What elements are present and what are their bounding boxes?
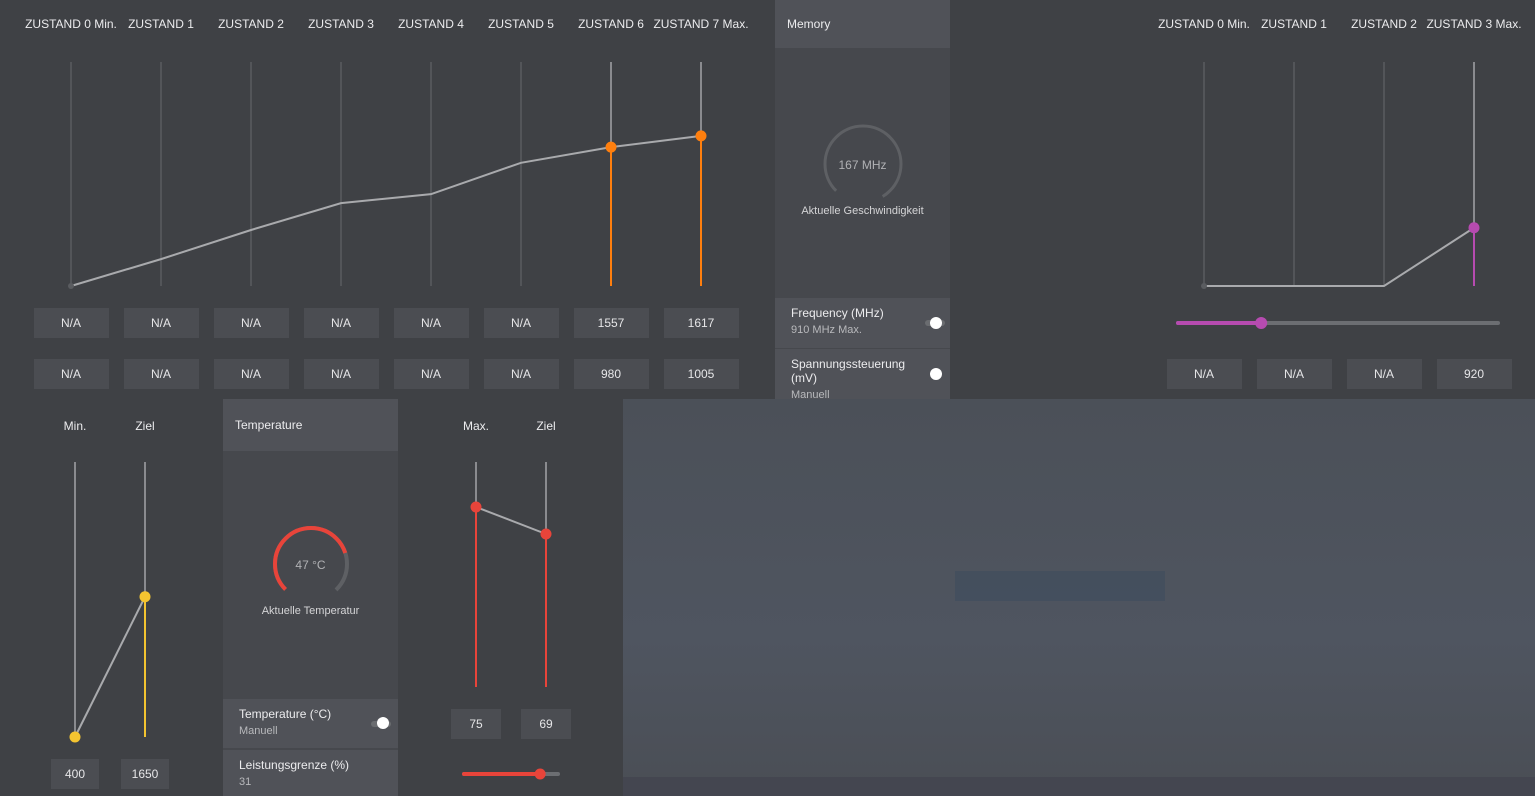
memory-frequency-sub: 910 MHz Max. [791, 324, 862, 336]
memory-point-0 [1201, 283, 1207, 289]
gpu-point-6 [605, 141, 617, 153]
temperature-target-point-1 [540, 528, 552, 540]
memory-frequency-row[interactable]: Frequency (MHz) 910 MHz Max. [775, 298, 950, 348]
memory-frequency-slider-knob[interactable] [1255, 317, 1268, 329]
temperature-gauge-label: Aktuelle Temperatur [261, 605, 360, 617]
gpu-states-panel: ZUSTAND 0 Min. ZUSTAND 1 ZUSTAND 2 ZUSTAND … [0, 0, 775, 399]
fan-value-field-1[interactable]: 1650 [121, 759, 169, 789]
memory-gauge-value: 167 MHz [838, 158, 887, 172]
gpu-frequency-field-3[interactable]: N/A [303, 308, 379, 338]
gpu-clock-chart[interactable] [0, 0, 775, 300]
temperature-target-curve [475, 506, 547, 535]
background-window [623, 399, 1535, 796]
gpu-frequency-field-4[interactable]: N/A [393, 308, 469, 338]
memory-voltage-title: Spannungssteuerung (mV) [791, 357, 906, 385]
gpu-frequency-field-5[interactable]: N/A [483, 308, 559, 338]
gpu-point-7 [695, 130, 707, 142]
gpu-point-0 [68, 283, 74, 289]
gpu-voltage-field-7[interactable]: 1005 [663, 359, 739, 389]
temperature-target-field-1[interactable]: 69 [521, 709, 571, 739]
gpu-frequency-field-0[interactable]: N/A [33, 308, 109, 338]
temperature-gauge-value: 47 °C [295, 558, 326, 572]
power-limit-row[interactable]: Leistungsgrenze (%) 31 [223, 750, 398, 796]
memory-point-3 [1468, 222, 1480, 234]
memory-voltage-field-1[interactable]: N/A [1256, 359, 1332, 389]
power-limit-sub: 31 [239, 776, 252, 788]
memory-clock-chart[interactable] [950, 0, 1535, 340]
memory-voltage-field-2[interactable]: N/A [1346, 359, 1422, 389]
background-button [955, 571, 1165, 601]
fan-point-1 [139, 591, 151, 603]
gpu-frequency-field-1[interactable]: N/A [123, 308, 199, 338]
memory-curve [1204, 226, 1475, 287]
gpu-voltage-field-3[interactable]: N/A [303, 359, 379, 389]
memory-voltage-row[interactable]: Spannungssteuerung (mV) Manuell [775, 349, 950, 401]
gpu-voltage-field-4[interactable]: N/A [393, 359, 469, 389]
temperature-control-title: Temperature (°C) [239, 707, 332, 721]
memory-column: Memory 167 MHz Aktuelle Geschwindigkeit … [775, 0, 950, 401]
memory-voltage-field-0[interactable]: N/A [1166, 359, 1242, 389]
memory-states-panel: ZUSTAND 0 Min. ZUSTAND 1 ZUSTAND 2 ZUSTAND … [950, 0, 1535, 399]
power-limit-slider-knob[interactable] [534, 768, 546, 780]
gpu-voltage-field-2[interactable]: N/A [213, 359, 289, 389]
gpu-curve [70, 134, 702, 287]
fan-speed-chart[interactable] [0, 399, 223, 743]
memory-gauge-label: Aktuelle Geschwindigkeit [801, 205, 924, 217]
temperature-toggle[interactable] [377, 717, 389, 729]
temperature-target-point-0 [470, 501, 482, 513]
background-strip [623, 777, 1535, 796]
temperature-column: Temperature 47 °C Aktuelle Temperatur Te… [223, 399, 398, 796]
gpu-frequency-field-6[interactable]: 1557 [573, 308, 649, 338]
gpu-frequency-field-2[interactable]: N/A [213, 308, 289, 338]
memory-frequency-toggle[interactable] [930, 317, 942, 329]
memory-voltage-sub: Manuell [791, 389, 830, 401]
fan-panel: Min. Ziel 400 1650 [0, 399, 223, 796]
temperature-target-field-0[interactable]: 75 [451, 709, 501, 739]
gpu-voltage-field-0[interactable]: N/A [33, 359, 109, 389]
temperature-targets-panel: Max. Ziel 75 69 [398, 399, 623, 796]
memory-voltage-toggle[interactable] [930, 368, 942, 380]
gpu-voltage-field-6[interactable]: 980 [573, 359, 649, 389]
fan-curve [74, 596, 146, 738]
temperature-target-chart[interactable] [398, 399, 623, 796]
fan-point-0 [69, 731, 81, 743]
power-limit-title: Leistungsgrenze (%) [239, 758, 350, 772]
temperature-control-sub: Manuell [239, 725, 278, 737]
fan-value-field-0[interactable]: 400 [51, 759, 99, 789]
gpu-voltage-field-1[interactable]: N/A [123, 359, 199, 389]
memory-frequency-title: Frequency (MHz) [791, 306, 884, 320]
gpu-frequency-field-7[interactable]: 1617 [663, 308, 739, 338]
memory-voltage-field-3[interactable]: 920 [1436, 359, 1512, 389]
gpu-voltage-field-5[interactable]: N/A [483, 359, 559, 389]
